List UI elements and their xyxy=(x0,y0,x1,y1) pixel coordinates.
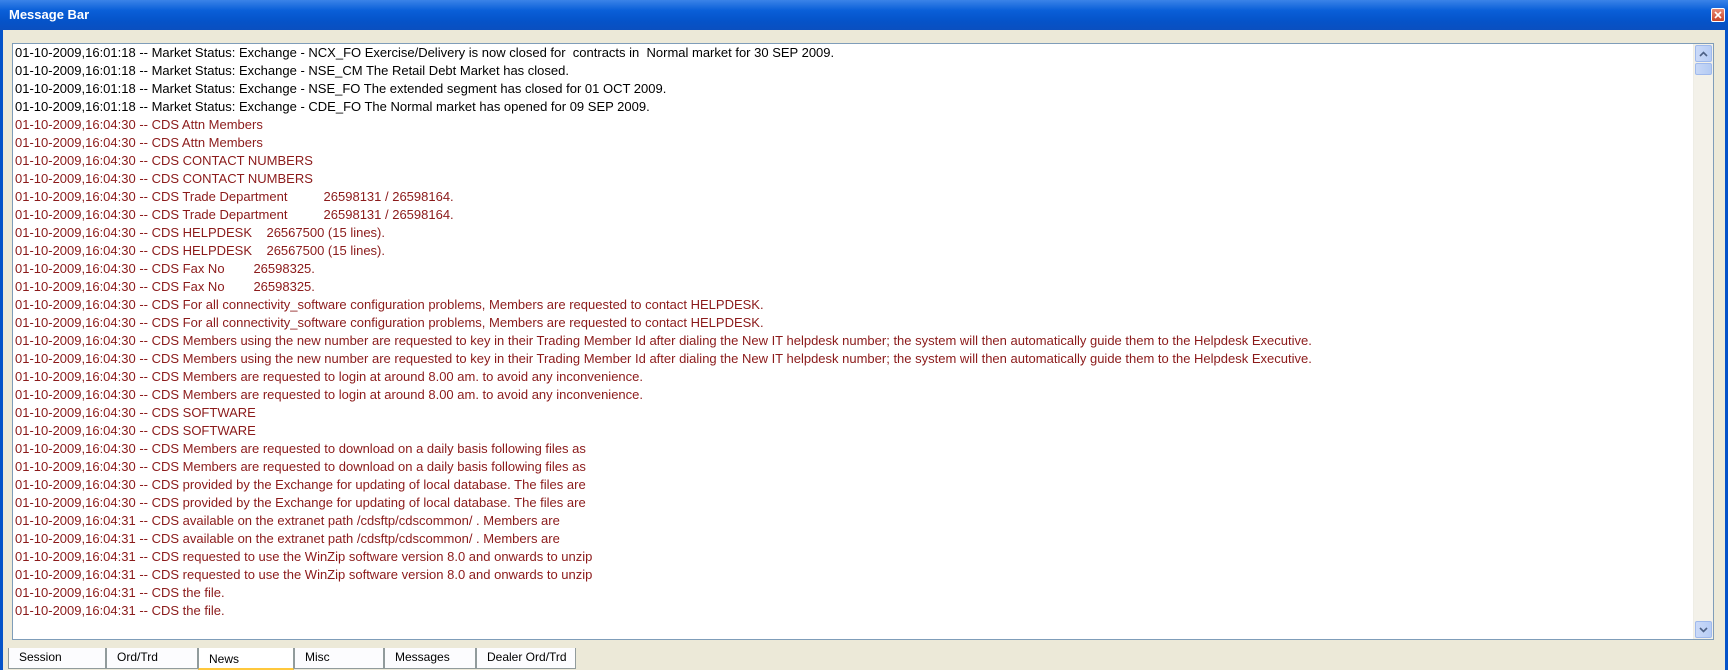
message-line: 01-10-2009,16:04:30 -- CDS provided by t… xyxy=(15,477,586,492)
message-line: 01-10-2009,16:01:18 -- Market Status: Ex… xyxy=(15,99,650,114)
message-line: 01-10-2009,16:04:30 -- CDS HELPDESK 2656… xyxy=(15,225,385,240)
message-line: 01-10-2009,16:04:31 -- CDS requested to … xyxy=(15,567,593,582)
message-line: 01-10-2009,16:04:30 -- CDS Members are r… xyxy=(15,459,586,474)
message-log-panel: 01-10-2009,16:01:18 -- Market Status: Ex… xyxy=(12,43,1714,640)
tab-session[interactable]: Session xyxy=(8,648,106,669)
scroll-down-button[interactable] xyxy=(1695,621,1712,638)
tab-dealer-ord-trd[interactable]: Dealer Ord/Trd xyxy=(476,648,576,669)
title-bar[interactable]: Message Bar xyxy=(0,0,1728,30)
message-line: 01-10-2009,16:04:31 -- CDS available on … xyxy=(15,531,560,546)
message-line: 01-10-2009,16:04:31 -- CDS the file. xyxy=(15,603,225,618)
message-line: 01-10-2009,16:04:30 -- CDS Members are r… xyxy=(15,441,586,456)
scrollbar-thumb[interactable] xyxy=(1695,63,1712,75)
message-line: 01-10-2009,16:04:30 -- CDS SOFTWARE xyxy=(15,423,256,438)
tab-news[interactable]: News xyxy=(198,648,294,670)
arrow-down-icon xyxy=(1699,626,1708,633)
message-line: 01-10-2009,16:04:30 -- CDS For all conne… xyxy=(15,297,764,312)
message-line: 01-10-2009,16:04:30 -- CDS Fax No 265983… xyxy=(15,261,315,276)
message-line: 01-10-2009,16:04:31 -- CDS the file. xyxy=(15,585,225,600)
message-line: 01-10-2009,16:04:30 -- CDS HELPDESK 2656… xyxy=(15,243,385,258)
tab-bar: Session Ord/Trd News Misc Messages Deale… xyxy=(0,648,1728,670)
message-line: 01-10-2009,16:01:18 -- Market Status: Ex… xyxy=(15,81,667,96)
message-line: 01-10-2009,16:04:30 -- CDS Trade Departm… xyxy=(15,189,454,204)
close-icon xyxy=(1714,11,1722,19)
message-line: 01-10-2009,16:04:30 -- CDS Members are r… xyxy=(15,369,643,384)
message-line: 01-10-2009,16:04:30 -- CDS SOFTWARE xyxy=(15,405,256,420)
window-title: Message Bar xyxy=(9,7,90,22)
scroll-up-button[interactable] xyxy=(1695,45,1712,62)
close-button[interactable] xyxy=(1711,8,1725,22)
tab-misc[interactable]: Misc xyxy=(294,648,384,669)
message-line: 01-10-2009,16:04:30 -- CDS CONTACT NUMBE… xyxy=(15,171,313,186)
message-line: 01-10-2009,16:04:30 -- CDS Members using… xyxy=(15,351,1312,366)
message-line: 01-10-2009,16:04:30 -- CDS provided by t… xyxy=(15,495,586,510)
message-line: 01-10-2009,16:01:18 -- Market Status: Ex… xyxy=(15,45,835,60)
message-line: 01-10-2009,16:04:30 -- CDS For all conne… xyxy=(15,315,764,330)
message-line: 01-10-2009,16:04:30 -- CDS CONTACT NUMBE… xyxy=(15,153,313,168)
message-line: 01-10-2009,16:04:31 -- CDS requested to … xyxy=(15,549,593,564)
tab-ord-trd[interactable]: Ord/Trd xyxy=(106,648,198,669)
message-line: 01-10-2009,16:04:30 -- CDS Members are r… xyxy=(15,387,643,402)
vertical-scrollbar[interactable] xyxy=(1693,44,1713,639)
message-line: 01-10-2009,16:04:30 -- CDS Attn Members xyxy=(15,117,263,132)
message-line: 01-10-2009,16:04:31 -- CDS available on … xyxy=(15,513,560,528)
message-line: 01-10-2009,16:04:30 -- CDS Attn Members xyxy=(15,135,263,150)
message-line: 01-10-2009,16:04:30 -- CDS Members using… xyxy=(15,333,1312,348)
message-line: 01-10-2009,16:01:18 -- Market Status: Ex… xyxy=(15,63,569,78)
tab-messages[interactable]: Messages xyxy=(384,648,476,669)
message-line: 01-10-2009,16:04:30 -- CDS Trade Departm… xyxy=(15,207,454,222)
arrow-up-icon xyxy=(1699,50,1708,57)
message-line: 01-10-2009,16:04:30 -- CDS Fax No 265983… xyxy=(15,279,315,294)
message-list: 01-10-2009,16:01:18 -- Market Status: Ex… xyxy=(13,44,1694,639)
